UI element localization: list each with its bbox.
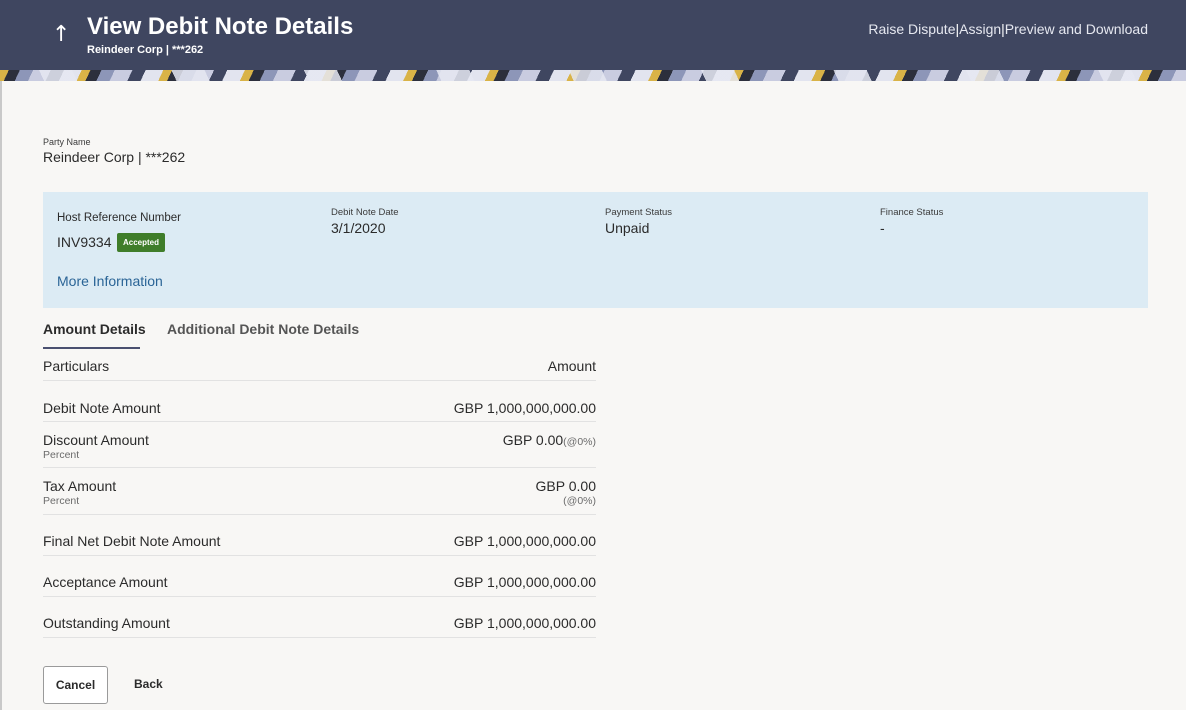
debit-note-date-value: 3/1/2020 <box>331 220 386 236</box>
row-value: GBP 1,000,000,000.00 <box>453 533 596 549</box>
tab-amount-details[interactable]: Amount Details <box>43 321 146 337</box>
finance-status-value: - <box>880 220 885 236</box>
row-value: GBP 1,000,000,000.00 <box>453 400 596 416</box>
row-sublabel: Percent <box>43 449 80 461</box>
row-percent: (@0%) <box>563 495 596 507</box>
left-edge-divider <box>0 81 2 710</box>
active-tab-indicator <box>43 347 140 349</box>
header-decorative-overlay <box>0 70 1186 81</box>
row-label: Outstanding Amount <box>43 615 170 631</box>
party-name-value: Reindeer Corp | ***262 <box>43 149 186 165</box>
back-button[interactable]: Back <box>134 677 163 691</box>
row-percent: (@0%) <box>563 436 596 448</box>
party-name-label: Party Name <box>43 137 91 147</box>
raise-dispute-link[interactable]: Raise Dispute <box>868 21 955 37</box>
assign-link[interactable]: Assign <box>959 21 1001 37</box>
tab-additional-debit-note-details[interactable]: Additional Debit Note Details <box>167 321 359 337</box>
table-row: Debit Note Amount GBP 1,000,000,000.00 <box>43 381 596 422</box>
row-value: GBP 0.00 <box>502 432 564 448</box>
amount-header: Amount <box>547 358 596 374</box>
payment-status-value: Unpaid <box>605 220 650 236</box>
row-label: Acceptance Amount <box>43 574 168 590</box>
host-reference-value: INV9334 <box>57 234 112 250</box>
payment-status-label: Payment Status <box>605 207 673 218</box>
row-value: GBP 1,000,000,000.00 <box>453 574 596 590</box>
table-row: Acceptance Amount GBP 1,000,000,000.00 <box>43 556 596 597</box>
amount-details-table: Particulars Amount Debit Note Amount GBP… <box>43 350 596 638</box>
row-value: GBP 0.00 <box>535 478 596 494</box>
status-badge: Accepted <box>117 233 166 252</box>
table-header-row: Particulars Amount <box>43 350 596 381</box>
cancel-button[interactable]: Cancel <box>43 666 108 704</box>
row-label: Tax Amount <box>43 478 117 494</box>
page-title: View Debit Note Details <box>87 13 354 40</box>
table-row: Outstanding Amount GBP 1,000,000,000.00 <box>43 597 596 638</box>
table-row: Discount Amount Percent GBP 0.00(@0%) <box>43 422 596 468</box>
page-header: ↑ View Debit Note Details Reindeer Corp … <box>0 0 1186 81</box>
table-row: Tax Amount Percent GBP 0.00 (@0%) <box>43 468 596 515</box>
debit-note-date: Debit Note Date 3/1/2020 <box>331 207 399 236</box>
row-label: Final Net Debit Note Amount <box>43 533 221 549</box>
row-value: GBP 1,000,000,000.00 <box>453 615 596 631</box>
debit-note-summary-panel: Host Reference Number INV9334 Accepted D… <box>43 192 1148 308</box>
finance-status: Finance Status - <box>880 207 943 236</box>
header-actions: Raise Dispute|Assign|Preview and Downloa… <box>868 21 1148 37</box>
debit-note-date-label: Debit Note Date <box>331 207 399 218</box>
finance-status-label: Finance Status <box>880 207 944 218</box>
row-label: Debit Note Amount <box>43 400 161 416</box>
preview-download-link[interactable]: Preview and Download <box>1005 21 1148 37</box>
host-reference-label: Host Reference Number <box>57 212 181 224</box>
row-sublabel: Percent <box>43 495 80 507</box>
back-arrow-icon[interactable]: ↑ <box>52 22 70 48</box>
row-label: Discount Amount <box>43 432 149 448</box>
particulars-header: Particulars <box>43 358 110 374</box>
payment-status: Payment Status Unpaid <box>605 207 672 236</box>
page-subtitle: Reindeer Corp | ***262 <box>87 44 204 56</box>
table-row: Final Net Debit Note Amount GBP 1,000,00… <box>43 515 596 556</box>
row-value-group: GBP 0.00(@0%) <box>503 432 596 448</box>
more-information-link[interactable]: More Information <box>57 273 163 289</box>
